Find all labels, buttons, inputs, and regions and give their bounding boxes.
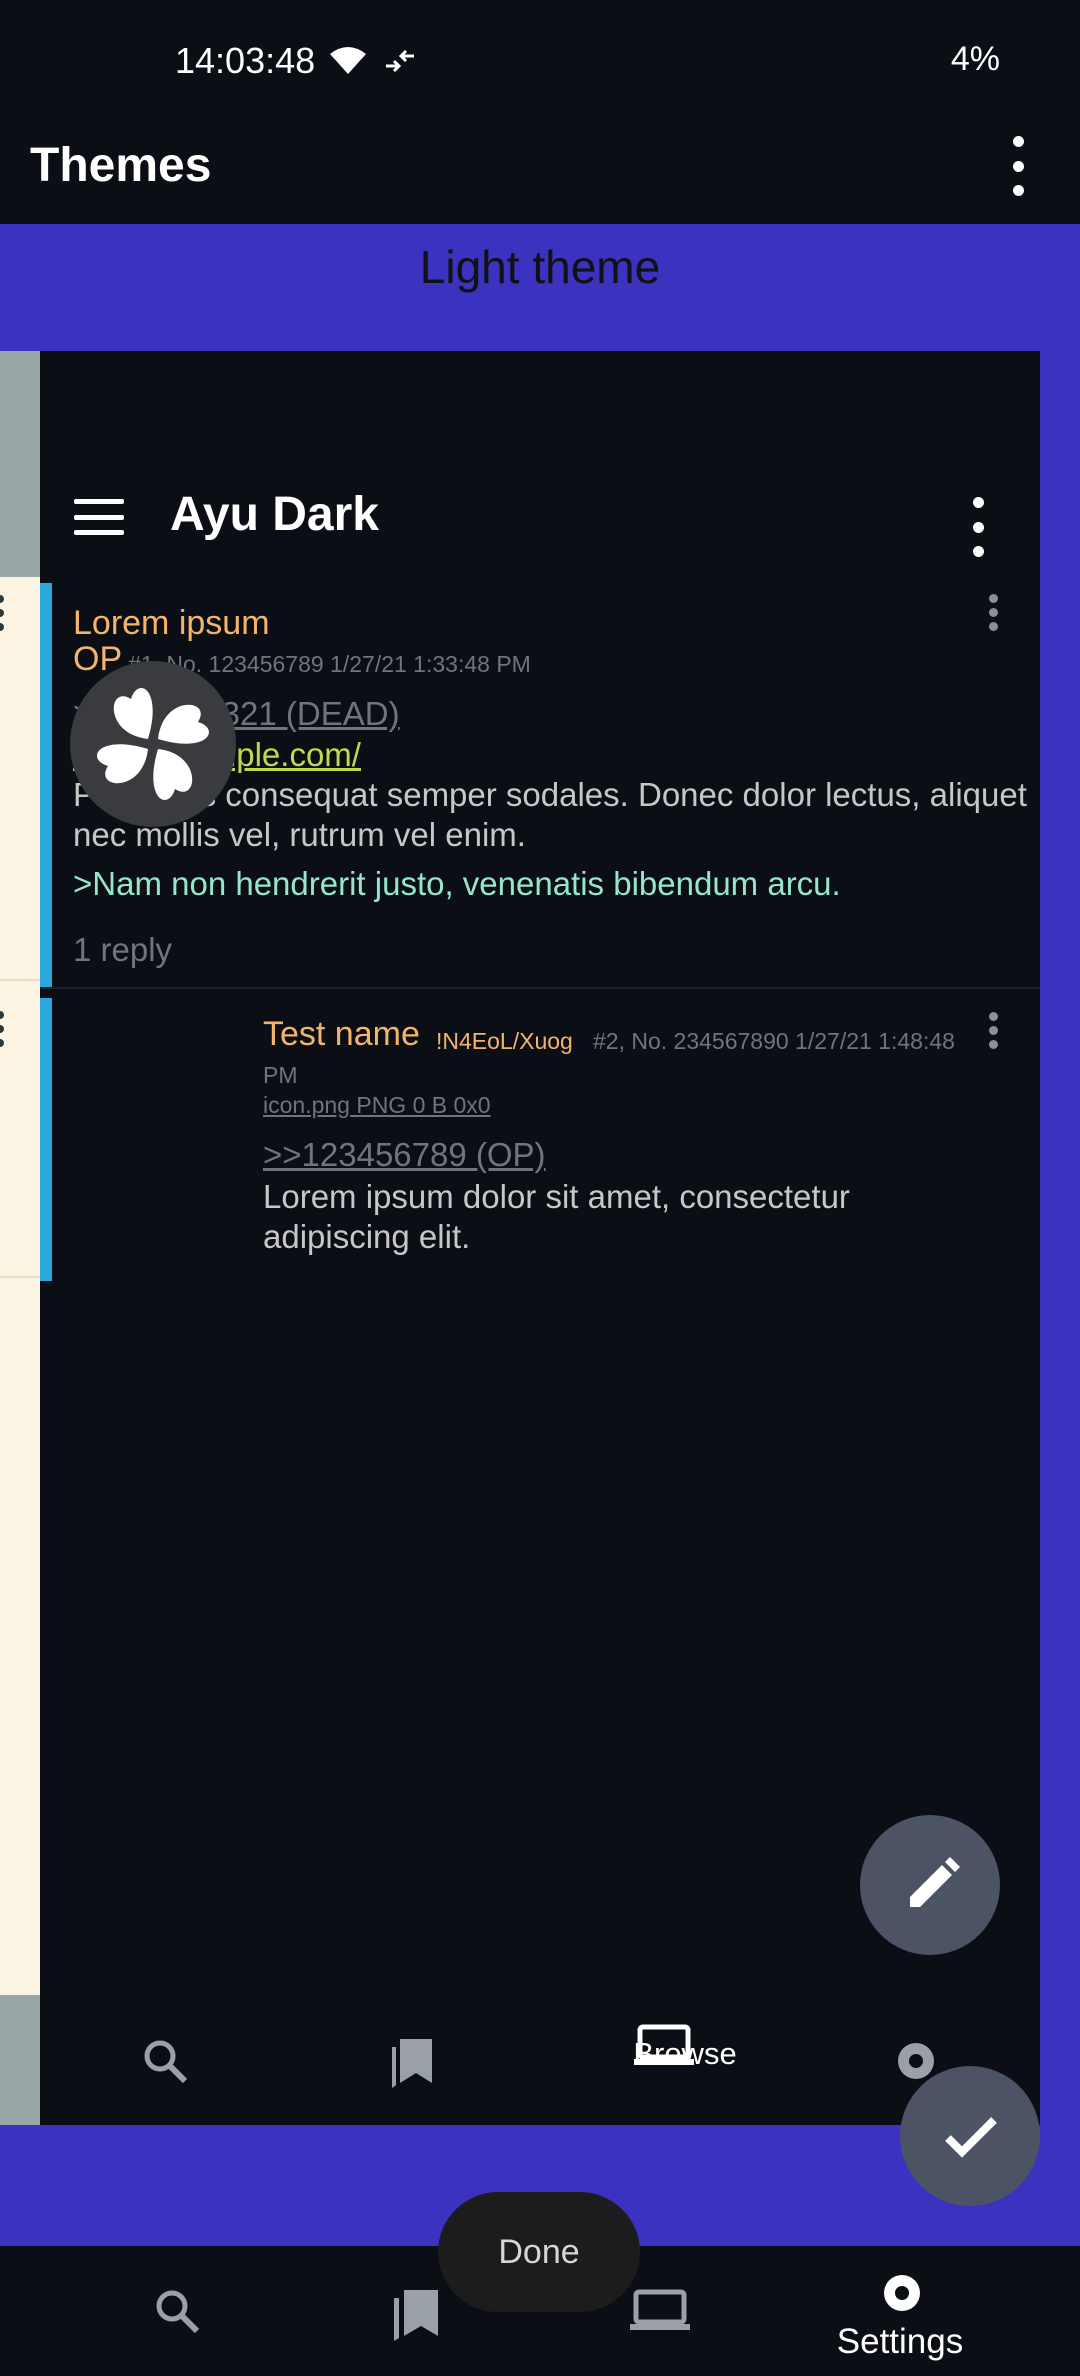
bookmarks-icon[interactable] bbox=[390, 2280, 450, 2342]
avatar[interactable] bbox=[70, 661, 236, 827]
post-divider bbox=[40, 987, 1040, 989]
wifi-icon bbox=[328, 44, 368, 76]
light-theme-preview-peek[interactable] bbox=[0, 351, 40, 2125]
post-menu-icon[interactable] bbox=[986, 594, 1000, 631]
post-meta-cont: PM bbox=[263, 1062, 298, 1088]
settings-icon[interactable] bbox=[874, 2265, 930, 2321]
checkmark-icon bbox=[945, 2117, 997, 2158]
bookmarks-icon[interactable] bbox=[388, 2033, 438, 2089]
search-icon[interactable] bbox=[152, 2286, 202, 2336]
post-greentext: >Nam non hendrerit justo, venenatis bibe… bbox=[73, 865, 841, 902]
more-options-icon[interactable] bbox=[1006, 136, 1030, 196]
post-highlight-bar bbox=[40, 998, 52, 1281]
post-menu-icon[interactable] bbox=[986, 1012, 1000, 1049]
nav-label-browse[interactable]: Browse bbox=[580, 2036, 790, 2072]
post-body: Lorem ipsum dolor sit amet, consectetur … bbox=[263, 1178, 850, 1255]
ayu-dark-theme-preview[interactable]: Ayu Dark Lorem ipsum OP #1, No. 12345678… bbox=[40, 351, 1040, 2125]
post-meta: #2, No. 234567890 1/27/21 1:48:48 bbox=[593, 1028, 955, 1054]
op-quote-link[interactable]: >>123456789 (OP) bbox=[263, 1136, 546, 1174]
menu-icon[interactable] bbox=[74, 499, 124, 535]
poster-name: Test name bbox=[263, 1015, 420, 1053]
battery-level: 4% bbox=[950, 40, 1000, 78]
done-toast: Done bbox=[438, 2192, 640, 2312]
data-transfer-icon bbox=[382, 46, 418, 76]
compose-fab[interactable] bbox=[860, 1815, 1000, 1955]
status-time: 14:03:48 bbox=[175, 40, 316, 81]
page-title: Themes bbox=[30, 139, 212, 192]
clover-icon bbox=[97, 688, 209, 800]
browse-icon[interactable] bbox=[628, 2288, 692, 2332]
apply-theme-fab[interactable] bbox=[900, 2066, 1040, 2206]
search-icon[interactable] bbox=[140, 2036, 190, 2086]
theme-section-label: Light theme bbox=[419, 241, 661, 293]
pencil-icon bbox=[910, 1857, 960, 1907]
theme-name: Ayu Dark bbox=[170, 488, 379, 541]
file-info-link[interactable]: icon.png PNG 0 B 0x0 bbox=[263, 1092, 491, 1119]
nav-label-settings[interactable]: Settings bbox=[820, 2322, 980, 2362]
preview-more-options-icon[interactable] bbox=[966, 497, 990, 557]
post-subject: Lorem ipsum bbox=[73, 604, 270, 642]
reply-count[interactable]: 1 reply bbox=[73, 931, 172, 969]
tripcode: !N4EoL/Xuog bbox=[436, 1028, 573, 1054]
post-highlight-bar bbox=[40, 583, 52, 989]
status-bar bbox=[0, 0, 1080, 120]
